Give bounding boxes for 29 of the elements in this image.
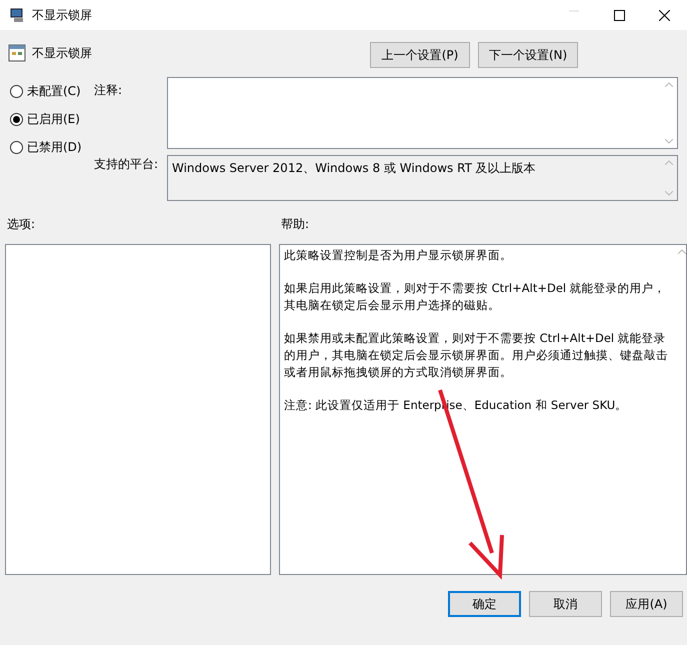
radio-button[interactable]	[10, 112, 23, 126]
help-paragraph: 如果禁用或未配置此策略设置，则对于不需要按 Ctrl+Alt+Del 就能登录的用户，其电脑在锁定后会显示锁屏界面。用户必须通过触摸、键盘敲击或者用鼠标拖拽锁屏的方式取消锁屏界面。	[284, 330, 669, 381]
radio-label[interactable]: 未配置(C)	[27, 82, 81, 100]
platform-label: 支持的平台:	[94, 156, 160, 173]
comment-label: 注释:	[94, 82, 124, 99]
help-paragraph: 此策略设置控制是否为用户显示锁屏界面。	[284, 247, 513, 264]
computer-icon	[10, 7, 26, 23]
radio-label[interactable]: 已启用(E)	[27, 110, 80, 128]
scroll-up-icon[interactable]	[665, 82, 673, 87]
help-paragraph: 如果启用此策略设置，则对于不需要按 Ctrl+Alt+Del 就能登录的用户，其电脑在锁定后会显示用户选择的磁贴。	[284, 280, 667, 314]
radio-button[interactable]	[10, 140, 23, 154]
nav-button[interactable]: 下一个设置(N)	[478, 42, 578, 68]
policy-icon	[8, 44, 26, 62]
dialog-button[interactable]: 应用(A)	[610, 591, 683, 617]
nav-button[interactable]: 上一个设置(P)	[370, 42, 470, 68]
radio-label[interactable]: 已禁用(D)	[27, 138, 82, 156]
scroll-up-icon[interactable]	[678, 249, 686, 254]
dialog-button[interactable]: 确定	[448, 591, 521, 617]
radio-button[interactable]	[10, 84, 23, 98]
window-title: 不显示锁屏	[32, 7, 92, 24]
maximize-icon[interactable]	[614, 10, 625, 20]
options-label: 选项:	[7, 216, 36, 233]
dialog-button[interactable]: 取消	[529, 591, 602, 617]
close-icon[interactable]	[659, 10, 670, 20]
scroll-down-icon[interactable]	[665, 139, 673, 144]
comment-field[interactable]	[167, 77, 678, 149]
help-label: 帮助:	[281, 216, 310, 233]
policy-title: 不显示锁屏	[32, 45, 92, 62]
platform-text: Windows Server 2012、Windows 8 或 Windows RT 及以上版本	[171, 160, 537, 177]
